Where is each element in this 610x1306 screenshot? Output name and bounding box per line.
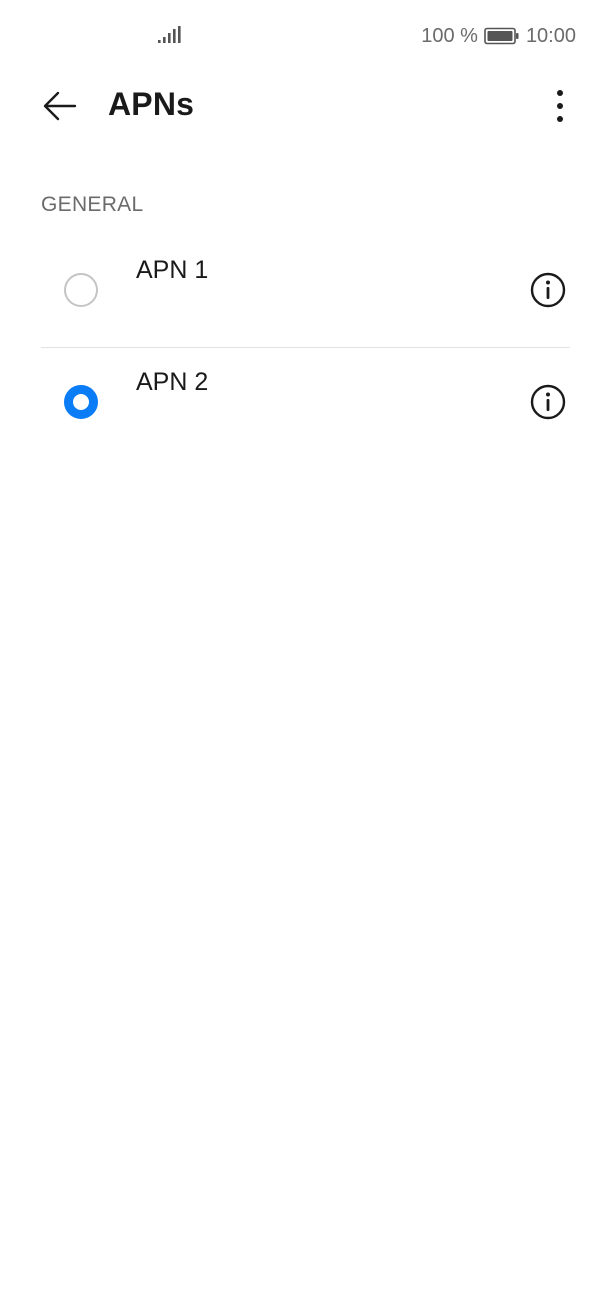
battery-full-icon [484, 27, 519, 45]
battery-percent: 100 % [421, 24, 478, 47]
app-header: APNs [0, 70, 610, 142]
status-bar: 100 % 10:00 [0, 0, 610, 70]
more-vertical-icon [557, 90, 563, 122]
apn-1-info-button[interactable] [530, 272, 566, 308]
apn-1-name: APN 1 [136, 256, 209, 284]
apn-2-info-button[interactable] [530, 384, 566, 420]
info-icon [530, 272, 566, 308]
arrow-left-icon [43, 91, 77, 121]
apn-list: APN 1 APN 2 [0, 236, 610, 460]
apn-1-radio[interactable] [64, 273, 98, 307]
status-right-group: 100 % 10:00 [421, 24, 576, 48]
info-icon [530, 384, 566, 420]
section-header-general: GENERAL [41, 193, 144, 216]
more-options-button[interactable] [544, 84, 576, 128]
status-time: 10:00 [525, 24, 576, 47]
signal-strength-icon [158, 26, 181, 43]
apn-2-radio[interactable] [64, 385, 98, 419]
apn-row-1[interactable]: APN 1 [0, 236, 610, 348]
apn-2-name: APN 2 [136, 368, 209, 396]
back-button[interactable] [36, 84, 84, 128]
apn-row-2[interactable]: APN 2 [0, 347, 610, 460]
page-title: APNs [108, 86, 195, 122]
